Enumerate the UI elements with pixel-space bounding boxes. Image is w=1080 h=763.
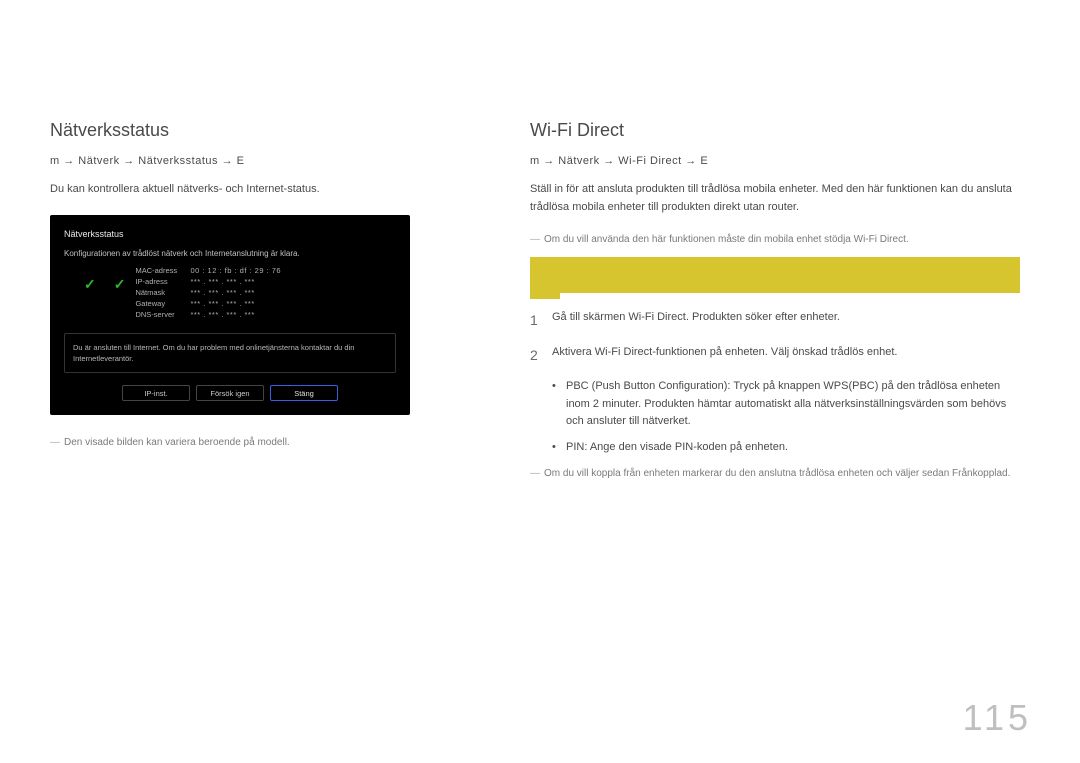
menu-path-right: m → Nätverk → Wi-Fi Direct → E: [530, 155, 1020, 167]
page-number: 115: [963, 697, 1032, 739]
note-requirement: Om du vill använda den här funktionen må…: [530, 232, 1020, 247]
note-image-vary: Den visade bilden kan variera beroende p…: [50, 435, 490, 450]
intro-left: Du kan kontrollera aktuell nätverks- och…: [50, 181, 490, 199]
panel-title: Nätverksstatus: [64, 229, 396, 239]
step-number: 1: [530, 309, 552, 331]
bullet-pbc: PBC (Push Button Configuration): Tryck p…: [552, 378, 1020, 431]
step-number: 2: [530, 344, 552, 366]
network-details-table: MAC-adress00 : 12 : fb : df : 29 : 76 IP…: [135, 266, 396, 321]
status-checks: ✓ ✓: [64, 266, 125, 293]
step-2: 2 Aktivera Wi-Fi Direct-funktionen på en…: [530, 344, 1020, 366]
step-1: 1 Gå till skärmen Wi-Fi Direct. Produkte…: [530, 309, 1020, 331]
ip-settings-button[interactable]: IP-inst.: [122, 385, 190, 401]
panel-config-msg: Konfigurationen av trådlöst nätverk och …: [64, 249, 396, 258]
section-heading-left: Nätverksstatus: [50, 120, 490, 141]
intro-right: Ställ in för att ansluta produkten till …: [530, 181, 1020, 216]
network-status-panel: Nätverksstatus Konfigurationen av trådlö…: [50, 215, 410, 416]
note-disconnect: Om du vill koppla från enheten markerar …: [530, 466, 1020, 481]
retry-button[interactable]: Försök igen: [196, 385, 264, 401]
check-icon: ✓: [114, 276, 126, 293]
menu-path-left: m → Nätverk → Nätverksstatus → E: [50, 155, 490, 167]
section-heading-right: Wi-Fi Direct: [530, 120, 1020, 141]
close-button[interactable]: Stäng: [270, 385, 338, 401]
panel-bottom-msg: Du är ansluten till Internet. Om du har …: [64, 333, 396, 374]
bullet-pin: PIN: Ange den visade PIN-koden på enhete…: [552, 439, 1020, 457]
highlight-box: [530, 257, 1020, 293]
check-icon: ✓: [84, 276, 96, 293]
